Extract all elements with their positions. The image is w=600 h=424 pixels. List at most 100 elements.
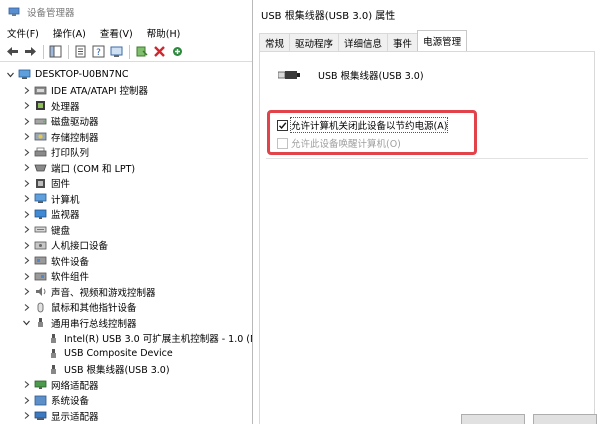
- chevron-right-icon[interactable]: [22, 241, 31, 250]
- allow-power-off-checkbox[interactable]: 允许计算机关闭此设备以节约电源(A): [277, 117, 449, 133]
- tree-item-display[interactable]: 显示适配器: [22, 408, 99, 423]
- tree-item-label: 磁盘驱动器: [51, 117, 99, 128]
- uninstall-icon[interactable]: [151, 43, 168, 60]
- checkbox-box[interactable]: [277, 137, 288, 149]
- checkbox-box[interactable]: [277, 119, 288, 131]
- chevron-right-icon[interactable]: [22, 163, 31, 172]
- forward-arrow-icon[interactable]: [22, 43, 39, 60]
- tab-details[interactable]: 详细信息: [338, 33, 389, 51]
- properties-icon[interactable]: [72, 43, 89, 60]
- chevron-right-icon[interactable]: [22, 179, 31, 188]
- cancel-button-edge[interactable]: [533, 414, 597, 424]
- keyboard-icon: [34, 226, 47, 233]
- tree-root[interactable]: DESKTOP-U0BN7NC: [6, 67, 128, 82]
- usb-icon: [38, 318, 43, 327]
- back-arrow-icon[interactable]: [4, 43, 21, 60]
- chevron-right-icon[interactable]: [22, 256, 31, 265]
- chevron-right-icon[interactable]: [22, 225, 31, 234]
- tab-power-management[interactable]: 电源管理: [417, 30, 468, 51]
- device-manager-icon: [8, 7, 20, 16]
- tree-item-label: 监视器: [51, 210, 80, 221]
- tree-item-label: 显示适配器: [51, 411, 99, 423]
- tree-item-software-device[interactable]: 软件设备: [22, 253, 89, 268]
- tree-item-label: 固件: [51, 179, 71, 190]
- window-title: 设备管理器: [27, 8, 75, 19]
- computer-icon: [18, 69, 31, 79]
- tree-item-label: 通用串行总线控制器: [51, 318, 137, 330]
- chevron-right-icon[interactable]: [22, 210, 31, 219]
- tree-item-ide[interactable]: IDE ATA/ATAPI 控制器: [22, 83, 148, 98]
- sound-icon: [36, 287, 46, 296]
- show-hide-tree-icon[interactable]: [47, 43, 64, 60]
- tree-item-label: 系统设备: [51, 396, 90, 407]
- tree-item-usb-controller[interactable]: Intel(R) USB 3.0 可扩展主机控制器 - 1.0 (Mi: [47, 331, 252, 346]
- tree-item-keyboard[interactable]: 键盘: [22, 222, 70, 237]
- chevron-down-icon[interactable]: [22, 318, 31, 327]
- tree-item-processor[interactable]: 处理器: [22, 98, 80, 113]
- chevron-right-icon[interactable]: [22, 272, 31, 281]
- chevron-right-icon[interactable]: [22, 148, 31, 157]
- tree-item-sound[interactable]: 声音、视频和游戏控制器: [22, 284, 156, 299]
- dialog-title: USB 根集线器(USB 3.0) 属性: [261, 11, 396, 22]
- tab-general[interactable]: 常规: [259, 33, 291, 51]
- chevron-right-icon[interactable]: [22, 117, 31, 126]
- menu-action[interactable]: 操作(A): [46, 26, 93, 40]
- usb-icon: [51, 333, 56, 343]
- toolbar-divider: [129, 44, 130, 59]
- allow-wake-checkbox[interactable]: 允许此设备唤醒计算机(O): [277, 136, 401, 150]
- chevron-right-icon[interactable]: [22, 194, 31, 203]
- tree-item-label: USB Composite Device: [64, 348, 173, 359]
- tree-item-firmware[interactable]: 固件: [22, 176, 70, 191]
- chevron-right-icon[interactable]: [22, 411, 31, 420]
- tree-item-monitor[interactable]: 监视器: [22, 207, 80, 222]
- menu-help[interactable]: 帮助(H): [140, 26, 188, 40]
- tree-item-label: 处理器: [51, 101, 80, 113]
- tree-item-usb-root-hub[interactable]: USB 根集线器(USB 3.0): [47, 362, 170, 377]
- divider: [266, 158, 588, 159]
- update-driver-icon[interactable]: [108, 43, 125, 60]
- tree-item-storage[interactable]: 存储控制器: [22, 129, 99, 144]
- chevron-right-icon[interactable]: [22, 380, 31, 389]
- toolbar-divider: [68, 44, 69, 59]
- tab-events[interactable]: 事件: [387, 33, 419, 51]
- tree-item-disk[interactable]: 磁盘驱动器: [22, 114, 99, 129]
- menu-view[interactable]: 查看(V): [93, 26, 140, 40]
- device-tree: DESKTOP-U0BN7NC IDE ATA/ATAPI 控制器 处理器 磁盘…: [0, 63, 252, 424]
- chevron-right-icon[interactable]: [22, 101, 31, 110]
- tree-item-network[interactable]: 网络适配器: [22, 377, 99, 392]
- scan-hardware-icon[interactable]: [133, 43, 150, 60]
- add-legacy-icon[interactable]: [169, 43, 186, 60]
- computer-name: DESKTOP-U0BN7NC: [35, 69, 129, 80]
- tree-item-label: 声音、视频和游戏控制器: [51, 287, 156, 299]
- processor-icon: [36, 101, 45, 110]
- tree-item-label: 软件设备: [51, 256, 90, 268]
- chevron-right-icon[interactable]: [22, 132, 31, 141]
- tree-item-ports[interactable]: 端口 (COM 和 LPT): [22, 160, 135, 175]
- tree-item-usb-composite[interactable]: USB Composite Device: [47, 346, 173, 361]
- help-icon[interactable]: ?: [90, 43, 107, 60]
- usb-icon: [51, 349, 56, 358]
- tree-item-label: 端口 (COM 和 LPT): [51, 163, 136, 175]
- menu-file[interactable]: 文件(F): [0, 26, 46, 40]
- tree-item-hid[interactable]: 人机接口设备: [22, 238, 108, 253]
- display-icon: [34, 411, 47, 420]
- tab-driver[interactable]: 驱动程序: [289, 33, 340, 51]
- chevron-right-icon[interactable]: [22, 396, 31, 405]
- tree-item-usb[interactable]: 通用串行总线控制器: [22, 315, 137, 330]
- toolbar-divider: [43, 44, 44, 59]
- chevron-right-icon[interactable]: [22, 86, 31, 95]
- tree-item-mouse[interactable]: 鼠标和其他指针设备: [22, 300, 137, 315]
- system-icon: [34, 395, 47, 405]
- tree-item-computer[interactable]: 计算机: [22, 191, 80, 206]
- tree-item-printer[interactable]: 打印队列: [22, 145, 89, 160]
- mouse-icon: [37, 302, 44, 312]
- tree-item-software-component[interactable]: 软件组件: [22, 269, 89, 284]
- tree-item-system[interactable]: 系统设备: [22, 393, 89, 408]
- chevron-down-icon[interactable]: [6, 70, 15, 79]
- chevron-right-icon[interactable]: [22, 303, 31, 312]
- hid-icon: [34, 241, 47, 249]
- ok-button-edge[interactable]: [461, 414, 525, 424]
- software-component-icon: [34, 272, 47, 280]
- tree-item-label: 键盘: [51, 225, 71, 237]
- chevron-right-icon[interactable]: [22, 287, 31, 296]
